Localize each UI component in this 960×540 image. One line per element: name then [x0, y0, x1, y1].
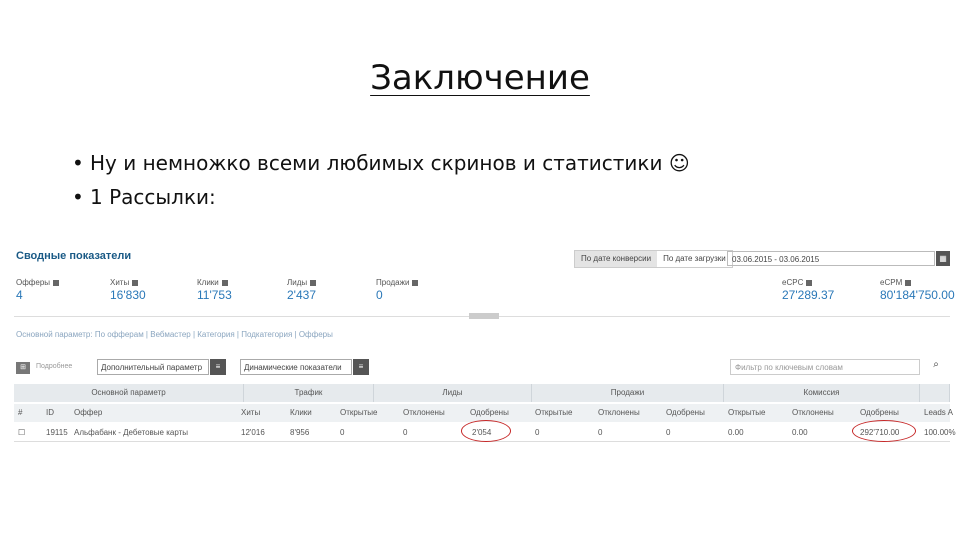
binoculars-icon[interactable]: ⌕ [928, 359, 944, 375]
group-header-sales: Продажи [532, 384, 724, 402]
cell-commission-rejected: 0.00 [792, 428, 808, 437]
info-icon [53, 279, 60, 286]
col-sales-approved[interactable]: Одобрены [666, 404, 705, 422]
metric-label: Лиды [287, 278, 317, 287]
metric-value: 11'753 [197, 288, 232, 302]
group-header-main: Основной параметр [14, 384, 244, 402]
dynamic-params-select[interactable]: Динамические показатели [240, 359, 352, 375]
col-id[interactable]: ID [46, 404, 54, 422]
metric-value: 80'184'750.00 [880, 288, 955, 302]
tab-by-conversion-date[interactable]: По дате конверсии [575, 251, 658, 267]
col-offer[interactable]: Оффер [74, 404, 102, 422]
col-commission-open[interactable]: Открытые [728, 404, 765, 422]
col-sales-rejected[interactable]: Отклонены [598, 404, 640, 422]
info-icon [806, 279, 813, 286]
select-all-checkbox[interactable]: # [18, 404, 22, 422]
tab-by-upload-date[interactable]: По дате загрузки [657, 251, 732, 267]
cell-leads-open: 0 [340, 428, 345, 437]
group-header-commission: Комиссия [724, 384, 920, 402]
metric-label: Клики [197, 278, 228, 287]
cell-offer[interactable]: Альфабанк - Дебетовые карты [74, 426, 188, 440]
info-icon [412, 279, 419, 286]
cell-sales-rejected: 0 [598, 428, 603, 437]
metric-value: 16'830 [110, 288, 146, 302]
bullet-item: 1 Рассылки: [72, 182, 690, 216]
metric-label: eCPC [782, 278, 813, 287]
group-header-leads: Лиды [374, 384, 532, 402]
calendar-icon[interactable]: ▦ [936, 251, 950, 266]
cell-sales-approved: 0 [666, 428, 671, 437]
col-leads-a[interactable]: Leads A [924, 404, 953, 422]
dropdown-icon[interactable]: ≡ [353, 359, 369, 375]
group-header-extra [920, 384, 950, 402]
date-range-input[interactable]: 03.06.2015 - 03.06.2015 [727, 251, 935, 266]
slide-title: Заключение [370, 58, 590, 98]
col-leads-rejected[interactable]: Отклонены [403, 404, 445, 422]
search-input[interactable]: Фильтр по ключевым словам [730, 359, 920, 375]
info-icon [221, 279, 228, 286]
highlight-circle [461, 420, 511, 442]
metric-label: Офферы [16, 278, 60, 287]
cell-leads-a: 100.00% [924, 428, 956, 437]
collapse-handle[interactable] [469, 313, 499, 319]
date-mode-toggle[interactable]: По дате конверсии По дате загрузки [574, 250, 733, 268]
col-leads-open[interactable]: Открытые [340, 404, 377, 422]
col-hits[interactable]: Хиты [241, 404, 260, 422]
cell-hits: 12'016 [241, 428, 265, 437]
metric-label: Хиты [110, 278, 139, 287]
cell-id: 19115 [46, 428, 68, 437]
dashboard-title: Сводные показатели [16, 250, 132, 262]
col-sales-open[interactable]: Открытые [535, 404, 572, 422]
cell-clicks: 8'956 [290, 428, 310, 437]
cell-sales-open: 0 [535, 428, 540, 437]
cell-leads-rejected: 0 [403, 428, 408, 437]
metric-value: 27'289.37 [782, 288, 835, 302]
dropdown-icon[interactable]: ≡ [210, 359, 226, 375]
bullet-list: Ну и немножко всеми любимых скринов и ст… [72, 148, 690, 216]
toolbar-label: Подробнее [36, 363, 73, 370]
cell-commission-open: 0.00 [728, 428, 744, 437]
info-icon [310, 279, 317, 286]
extra-param-select[interactable]: Дополнительный параметр [97, 359, 209, 375]
columns-icon[interactable]: ⊞ [16, 362, 30, 374]
metric-label: eCPM [880, 278, 912, 287]
col-commission-rejected[interactable]: Отклонены [792, 404, 834, 422]
metric-value: 2'437 [287, 288, 316, 302]
dashboard-screenshot: Сводные показатели По дате конверсии По … [14, 244, 956, 454]
info-icon [132, 279, 139, 286]
group-header-traffic: Трафик [244, 384, 374, 402]
highlight-circle [852, 420, 916, 442]
col-clicks[interactable]: Клики [290, 404, 312, 422]
row-checkbox[interactable]: ☐ [18, 426, 25, 440]
breadcrumb[interactable]: Основной параметр: По офферам | Вебмасте… [16, 330, 333, 339]
metric-value: 4 [16, 288, 23, 302]
info-icon [905, 279, 912, 286]
metric-value: 0 [376, 288, 383, 302]
metric-label: Продажи [376, 278, 419, 287]
bullet-item: Ну и немножко всеми любимых скринов и ст… [72, 148, 690, 182]
